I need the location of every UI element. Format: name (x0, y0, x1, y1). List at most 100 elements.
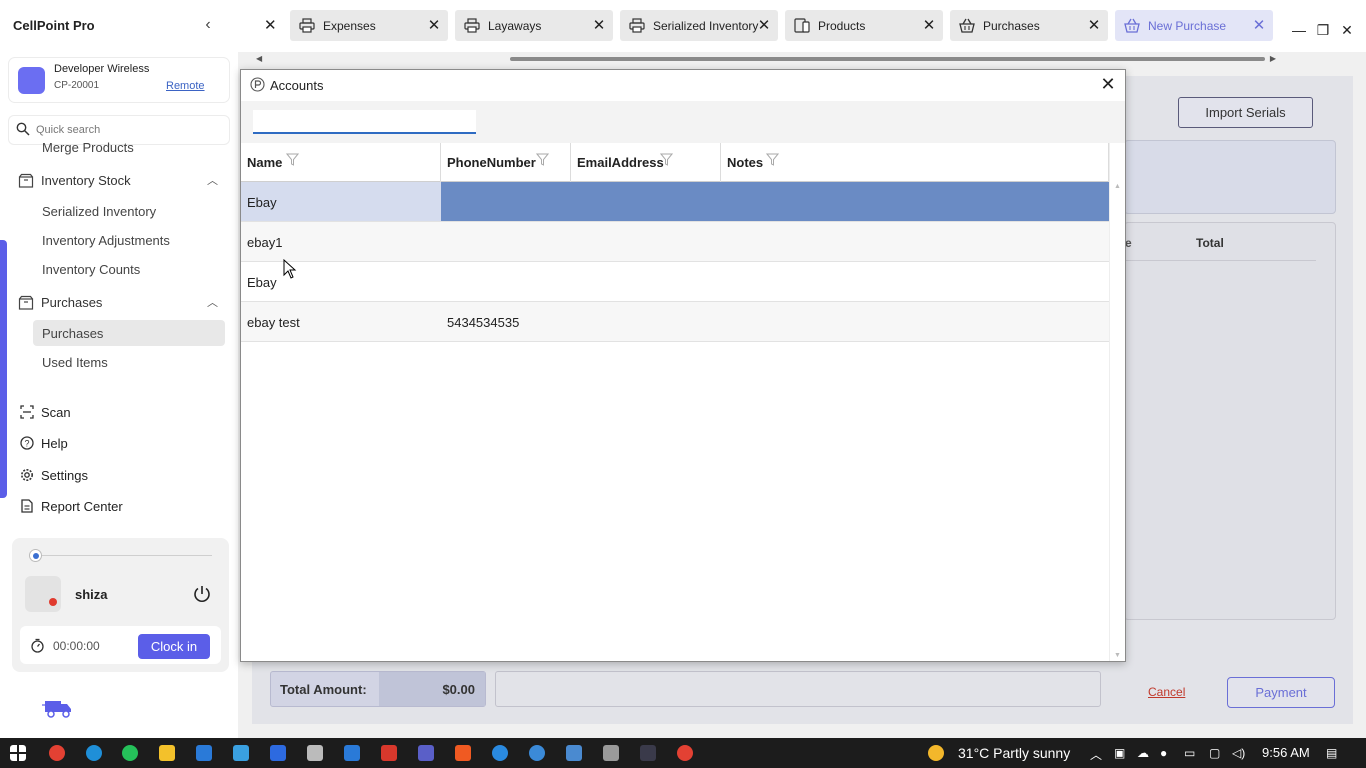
column-header: e (1125, 236, 1132, 250)
app-icon[interactable] (344, 745, 360, 761)
printer-icon (299, 18, 315, 33)
close-tab-icon[interactable]: ✕ (591, 16, 607, 34)
sidebar-group-inventory-stock[interactable]: Inventory Stock ︿ (18, 170, 222, 192)
sidebar-item-used-items[interactable]: Used Items (42, 355, 108, 370)
chevron-up-icon[interactable]: ︿ (1090, 746, 1102, 763)
table-row[interactable]: ebay1 (241, 222, 1109, 262)
close-tab-icon[interactable]: ✕ (1086, 16, 1102, 34)
whatsapp-icon[interactable] (122, 745, 138, 761)
filter-icon[interactable] (536, 153, 549, 166)
power-icon[interactable] (192, 584, 212, 604)
chrome-icon[interactable] (677, 745, 693, 761)
app-icon[interactable] (492, 745, 508, 761)
tab-new-purchase[interactable]: New Purchase ✕ (1115, 10, 1273, 41)
weather-icon[interactable] (928, 745, 944, 761)
column-header-name[interactable]: Name (241, 143, 441, 182)
filter-icon[interactable] (766, 153, 779, 166)
tray-icon[interactable]: ▣ (1114, 746, 1125, 760)
import-serials-button[interactable]: Import Serials (1178, 97, 1313, 128)
browser-icon[interactable] (529, 745, 545, 761)
brave-icon[interactable] (455, 745, 471, 761)
table-row[interactable]: Ebay (241, 262, 1109, 302)
tab-scrollbar[interactable]: ◀ ▶ (256, 54, 1276, 63)
scroll-right-icon[interactable]: ▶ (1270, 54, 1276, 63)
notepad-icon[interactable] (566, 745, 582, 761)
column-header-phone[interactable]: PhoneNumber (441, 143, 571, 182)
sidebar: CellPoint Pro ‹ Developer Wireless CP-20… (0, 0, 238, 738)
table-row[interactable]: Ebay (241, 182, 1109, 222)
battery-icon[interactable]: ▭ (1184, 746, 1195, 760)
sidebar-item-label: Settings (41, 468, 88, 483)
chrome-icon[interactable] (49, 745, 65, 761)
tab-products[interactable]: Products ✕ (785, 10, 943, 41)
teams-icon[interactable] (418, 745, 434, 761)
clock-in-button[interactable]: Clock in (138, 634, 210, 659)
sidebar-item-inventory-counts[interactable]: Inventory Counts (42, 262, 140, 277)
sidebar-item-label: Help (41, 436, 68, 451)
close-tab-icon[interactable]: ✕ (756, 16, 772, 34)
windows-start-icon[interactable] (10, 745, 26, 761)
tab-purchases[interactable]: Purchases ✕ (950, 10, 1108, 41)
filter-icon[interactable] (660, 153, 673, 166)
close-window-icon[interactable]: ✕ (1340, 22, 1354, 39)
sidebar-item-report-center[interactable]: Report Center (20, 496, 220, 518)
tab-layaways[interactable]: Layaways ✕ (455, 10, 613, 41)
column-header-label: EmailAddress (577, 155, 664, 170)
cloud-icon[interactable]: ☁ (1137, 746, 1149, 760)
microphone-icon[interactable]: ● (1160, 746, 1167, 760)
app-icon[interactable] (233, 745, 249, 761)
sidebar-item-purchases[interactable]: Purchases (42, 326, 103, 341)
scroll-up-icon[interactable]: ▲ (1114, 183, 1121, 190)
remote-link[interactable]: Remote (166, 80, 205, 92)
clock-time[interactable]: 9:56 AM (1262, 745, 1310, 760)
close-tab-icon[interactable]: ✕ (264, 16, 277, 34)
filter-icon[interactable] (286, 153, 299, 166)
network-icon[interactable]: ▢ (1209, 746, 1220, 760)
close-tab-icon[interactable]: ✕ (426, 16, 442, 34)
app-icon[interactable] (381, 745, 397, 761)
speaker-icon[interactable]: ◁) (1232, 746, 1245, 760)
app-icon[interactable] (307, 745, 323, 761)
accounts-search-input[interactable] (253, 110, 476, 134)
column-header-label: Name (247, 155, 283, 170)
weather-text[interactable]: 31°C Partly sunny (958, 745, 1070, 761)
sidebar-item-settings[interactable]: Settings (20, 465, 220, 487)
close-dialog-icon[interactable]: ✕ (1099, 74, 1117, 95)
background-panel (1124, 140, 1336, 214)
collapse-sidebar-button[interactable]: ‹ (200, 16, 216, 34)
sidebar-item-merge-products[interactable]: Merge Products (42, 140, 134, 155)
scrollbar-thumb[interactable] (510, 57, 1265, 61)
tab-serialized-inventory[interactable]: Serialized Inventory ✕ (620, 10, 778, 41)
calculator-icon[interactable] (603, 745, 619, 761)
notification-icon[interactable]: ▤ (1326, 746, 1337, 760)
table-row[interactable]: ebay test 5434534535 (241, 302, 1109, 342)
sidebar-item-help[interactable]: ? Help (20, 433, 220, 455)
quick-search-input[interactable] (36, 121, 216, 139)
slider-knob[interactable] (29, 549, 42, 562)
cancel-link[interactable]: Cancel (1148, 685, 1185, 699)
notes-field[interactable] (495, 671, 1101, 707)
cellpoint-icon[interactable] (270, 745, 286, 761)
minimize-icon[interactable]: — (1292, 22, 1306, 38)
close-tab-icon[interactable]: ✕ (921, 16, 937, 34)
sidebar-item-serialized-inventory[interactable]: Serialized Inventory (42, 204, 156, 219)
store-card[interactable]: Developer Wireless CP-20001 Remote (9, 58, 229, 102)
folder-icon[interactable] (159, 745, 175, 761)
sidebar-item-inventory-adjustments[interactable]: Inventory Adjustments (42, 233, 170, 248)
payment-button[interactable]: Payment (1227, 677, 1335, 708)
close-tab-icon[interactable]: ✕ (1251, 16, 1267, 34)
store-icon[interactable] (196, 745, 212, 761)
sidebar-group-purchases[interactable]: Purchases ︿ (18, 292, 222, 314)
edge-icon[interactable] (86, 745, 102, 761)
tab-expenses[interactable]: Expenses ✕ (290, 10, 448, 41)
restore-icon[interactable]: ❐ (1316, 22, 1330, 39)
sidebar-item-scan[interactable]: Scan (20, 402, 220, 424)
column-header-notes[interactable]: Notes (721, 143, 1109, 182)
truck-icon[interactable] (42, 697, 74, 719)
app-icon[interactable] (640, 745, 656, 761)
scroll-left-icon[interactable]: ◀ (256, 54, 262, 63)
column-header-email[interactable]: EmailAddress (571, 143, 721, 182)
taskbar: 31°C Partly sunny ︿ ▣ ☁ ● ▭ ▢ ◁) 9:56 AM… (0, 738, 1366, 768)
scroll-down-icon[interactable]: ▼ (1114, 652, 1121, 659)
grid-scrollbar[interactable]: ▲ ▼ (1109, 143, 1125, 661)
